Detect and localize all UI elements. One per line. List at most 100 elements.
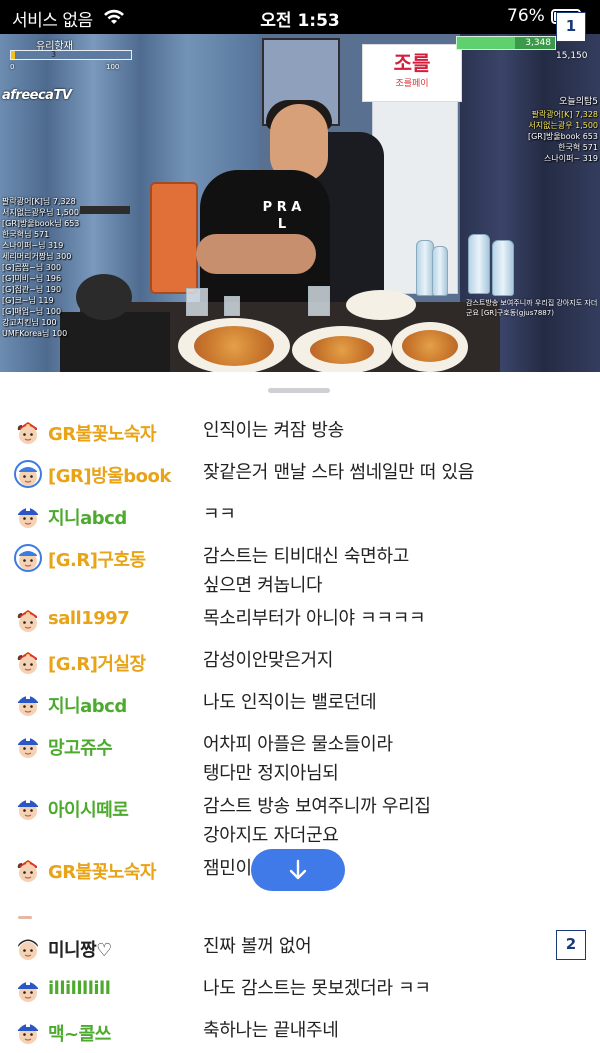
chat-text: 인직이는 켜잠 방송 bbox=[203, 420, 344, 441]
ranking-left-item: 팔락광어[K]님 7,328 bbox=[2, 197, 76, 206]
ranking-right-item: 한국혁 571 bbox=[558, 143, 598, 152]
chat-text: 잦같은거 맨날 스타 썸네일만 떠 있음 bbox=[203, 462, 475, 483]
goal-value: 3,348 bbox=[525, 38, 551, 48]
ranking-left-item: UMFKorea님 100 bbox=[2, 329, 68, 338]
gauge-track: 3 bbox=[10, 50, 132, 60]
chat-text: 진짜 볼꺼 없어 bbox=[203, 936, 312, 957]
promo-sign-text: 조를페이 bbox=[395, 79, 429, 89]
viewer-avatar-icon bbox=[14, 934, 42, 962]
fan-avatar-icon bbox=[14, 1018, 42, 1046]
chat-text: 감스트는 티비대신 숙면하고 bbox=[203, 546, 409, 567]
ranking-left-item: 한국혁님 571 bbox=[2, 230, 50, 239]
ranking-left-item: [G]미비~님 196 bbox=[2, 274, 62, 283]
ranking-title: 오늘의탑5 bbox=[559, 97, 598, 107]
chat-nickname[interactable]: 맥~콜쓰 bbox=[48, 1020, 111, 1046]
status-bar: 서비스 없음 오전 1:53 76% bbox=[0, 0, 600, 34]
ranking-left-item: [G]크~님 119 bbox=[2, 296, 54, 305]
ranking-left-item: 스나이퍼~님 319 bbox=[2, 241, 64, 250]
chat-text: 감스트 방송 보여주니까 우리집 bbox=[203, 796, 431, 817]
battery-percent: 76% bbox=[507, 6, 545, 26]
fan-avatar-icon bbox=[14, 794, 42, 822]
ranking-right-item: 서지없는광우 1,500 bbox=[528, 121, 598, 130]
donor-ranking-left: 팔락광어[K]님 7,328 서지없는광우님 1,500 [GR]방울book님 6… bbox=[2, 196, 102, 339]
fire-rank-avatar-icon bbox=[14, 418, 42, 446]
gauge-value: 3 bbox=[51, 50, 57, 59]
chat-nickname[interactable]: 지니abcd bbox=[48, 692, 127, 718]
chat-nickname[interactable]: GR불꽃노숙자 bbox=[48, 420, 156, 446]
gauge-min: 0 bbox=[10, 63, 15, 71]
chat-nickname[interactable]: 미니짱♡ bbox=[48, 936, 112, 962]
ranking-right-item: 스나이퍼~ 319 bbox=[544, 154, 598, 163]
arrow-down-icon bbox=[289, 859, 307, 880]
chat-nickname[interactable]: 망고쥬수 bbox=[48, 734, 113, 760]
chat-text-line2: 탱다만 정지아님되 bbox=[203, 763, 339, 784]
chat-text: 나도 인직이는 밸로던데 bbox=[203, 692, 377, 713]
gauge-max: 100 bbox=[106, 63, 120, 71]
donation-message-overlay: 감스트방송 보여주니까 우리집 강아지도 자더군요 [GR]구호동(gjus78… bbox=[466, 299, 598, 317]
fire-rank-avatar-icon bbox=[14, 856, 42, 884]
video-player[interactable]: 조를 조를페이 P R A L 유리항재 3 0 100 afreecaTV 3… bbox=[0, 34, 600, 372]
marker-2: 2 bbox=[556, 930, 586, 960]
ranking-left-item: 세리머리거짱님 300 bbox=[2, 252, 72, 261]
fan-avatar-icon bbox=[14, 502, 42, 530]
promo-sign: 조를 조를페이 bbox=[362, 44, 462, 102]
chat-text: 목소리부터가 아니야 ㅋㅋㅋㅋ bbox=[203, 608, 426, 629]
chat-text: 축하나는 끝내주네 bbox=[203, 1020, 339, 1041]
chat-nickname[interactable]: illillllill bbox=[48, 978, 111, 999]
partial-avatar bbox=[18, 916, 32, 919]
chat-nickname[interactable]: 아이시떼로 bbox=[48, 796, 129, 822]
plate bbox=[392, 322, 468, 372]
glass bbox=[224, 296, 240, 316]
water-bottle bbox=[468, 234, 490, 294]
ranking-left-item: [G]매업~님 100 bbox=[2, 307, 62, 316]
fire-rank-avatar-icon bbox=[14, 648, 42, 676]
ranking-left-item: [GR]방울book님 653 bbox=[2, 219, 80, 228]
fan-avatar-icon bbox=[14, 732, 42, 760]
water-bottle bbox=[492, 240, 514, 296]
afreecatv-logo: afreecaTV bbox=[2, 88, 72, 103]
glass bbox=[308, 286, 330, 316]
chat-nickname[interactable]: sall1997 bbox=[48, 608, 130, 629]
chat-text: 나도 감스트는 못보겠더라 ㅋㅋ bbox=[203, 978, 431, 999]
gauge-fill bbox=[11, 51, 15, 59]
chat-text-line2: 싶으면 켜놉니다 bbox=[203, 575, 323, 596]
chat-nickname[interactable]: [G.R]거실장 bbox=[48, 650, 146, 676]
ranking-left-item: 강고치킨님 100 bbox=[2, 318, 57, 327]
fan-avatar-icon bbox=[14, 690, 42, 718]
chat-text-line2: 강아지도 자더군요 bbox=[203, 825, 339, 846]
goal-total: 15,150 bbox=[556, 51, 588, 61]
ranking-right-item: 팔락광어[K] 7,328 bbox=[531, 110, 598, 119]
chat-text: 잼민이 bbox=[203, 858, 252, 879]
promo-sign-title: 조를 bbox=[393, 51, 431, 75]
suitcase bbox=[150, 182, 198, 294]
donor-ranking-right: 오늘의탑5 팔락광어[K] 7,328 서지없는광우 1,500 [GR]방울boo… bbox=[486, 97, 598, 164]
chat-text: ㅋㅋ bbox=[203, 504, 236, 525]
water-bottle bbox=[432, 246, 448, 296]
ranking-left-item: [G]곰쩝~님 300 bbox=[2, 263, 62, 272]
chat-nickname[interactable]: [GR]방울book bbox=[48, 462, 171, 488]
ranking-right-item: [GR]방울book 653 bbox=[527, 132, 598, 141]
gauge-overlay: 유리항재 3 0 100 bbox=[0, 34, 140, 71]
chat-nickname[interactable]: GR불꽃노숙자 bbox=[48, 858, 156, 884]
chat-nickname[interactable]: 지니abcd bbox=[48, 504, 127, 530]
chat-text: 감성이안맞은거지 bbox=[203, 650, 334, 671]
glass bbox=[186, 288, 208, 316]
fan-avatar-icon bbox=[14, 976, 42, 1004]
streamer-arms bbox=[196, 234, 316, 274]
drag-handle[interactable] bbox=[268, 388, 330, 393]
plate bbox=[346, 290, 416, 320]
goal-fill bbox=[457, 37, 515, 49]
ranking-left-item: [G]집관~님 190 bbox=[2, 285, 62, 294]
scroll-to-bottom-button[interactable] bbox=[251, 849, 345, 891]
chat-nickname[interactable]: [G.R]구호동 bbox=[48, 546, 146, 572]
goal-bar: 3,348 bbox=[456, 36, 556, 50]
marker-1: 1 bbox=[556, 12, 586, 42]
manager-avatar-icon bbox=[14, 460, 42, 488]
plate bbox=[178, 318, 290, 372]
shirt-print: P R A L bbox=[262, 200, 302, 232]
fire-rank-avatar-icon bbox=[14, 606, 42, 634]
chat-text: 어차피 아플은 물소들이라 bbox=[203, 734, 393, 755]
manager-avatar-icon bbox=[14, 544, 42, 572]
ranking-left-item: 서지없는광우님 1,500 bbox=[2, 208, 79, 217]
plate bbox=[292, 326, 392, 372]
